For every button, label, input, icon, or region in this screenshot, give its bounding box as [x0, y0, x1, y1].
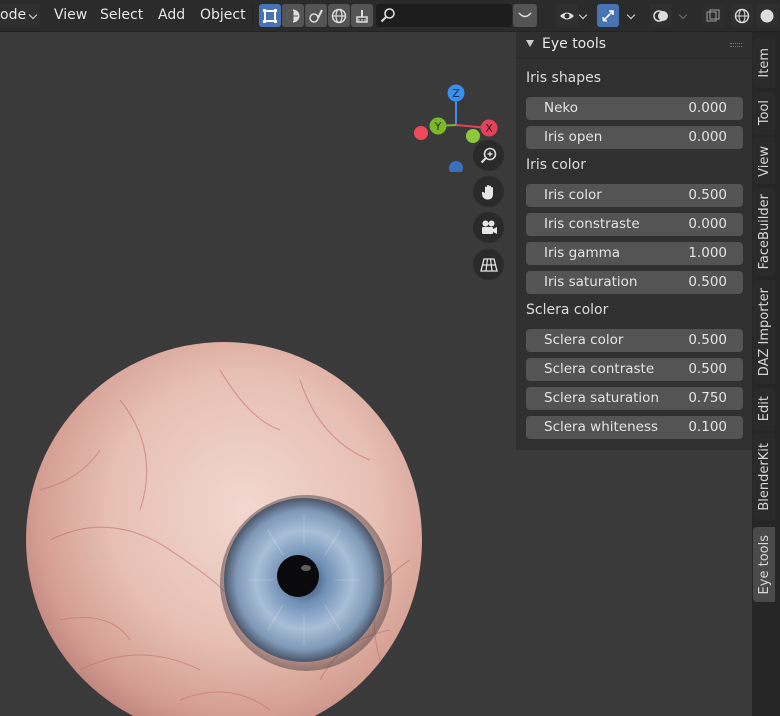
- wireframe-shading-icon[interactable]: [731, 4, 753, 27]
- menu-view[interactable]: View: [48, 4, 94, 27]
- gizmo-z-label: Z: [452, 87, 460, 100]
- menu-select[interactable]: Select: [94, 4, 150, 27]
- solid-shading-icon[interactable]: [756, 4, 778, 27]
- tab-blenderkit[interactable]: BlenderKit: [753, 434, 775, 520]
- camera-view-icon[interactable]: [473, 212, 504, 243]
- slider-iris-open[interactable]: Iris open 0.000: [526, 126, 743, 149]
- paint-brush-icon[interactable]: [351, 4, 373, 27]
- gizmo-neg-y[interactable]: [466, 129, 480, 143]
- tab-facebuilder[interactable]: FaceBuilder: [753, 188, 775, 276]
- xray-shading-icon[interactable]: [282, 4, 304, 27]
- slider-sclera-saturation[interactable]: Sclera saturation 0.750: [526, 387, 743, 410]
- eye-tools-panel: Eye tools Iris shapes Neko 0.000 Iris ope…: [516, 32, 752, 450]
- eyeball-render: [26, 342, 422, 716]
- gizmo-y-label: Y: [434, 120, 442, 133]
- menu-add[interactable]: Add: [152, 4, 192, 27]
- overlays-icon[interactable]: [650, 4, 672, 27]
- zoom-icon[interactable]: [473, 140, 504, 171]
- slider-sclera-color[interactable]: Sclera color 0.500: [526, 329, 743, 352]
- drag-grip-icon[interactable]: [730, 43, 742, 47]
- filter-dropdown[interactable]: [513, 4, 537, 27]
- gizmo-toggle-icon[interactable]: [597, 4, 619, 27]
- toggle-xray-icon[interactable]: [702, 4, 724, 27]
- section-iris-color: Iris color: [526, 157, 586, 173]
- slider-sclera-whiteness[interactable]: Sclera whiteness 0.100: [526, 416, 743, 439]
- tab-edit[interactable]: Edit: [753, 388, 775, 430]
- slider-iris-color[interactable]: Iris color 0.500: [526, 184, 743, 207]
- slider-iris-constraste[interactable]: Iris constraste 0.000: [526, 213, 743, 236]
- slider-iris-gamma[interactable]: Iris gamma 1.000: [526, 242, 743, 265]
- slider-sclera-contraste[interactable]: Sclera contraste 0.500: [526, 358, 743, 381]
- panel-title: Eye tools: [542, 36, 606, 52]
- viewport-header: ode View Select Add Object: [0, 0, 780, 32]
- sculpt-icon[interactable]: [305, 4, 327, 27]
- search-field[interactable]: [376, 4, 512, 27]
- slider-neko[interactable]: Neko 0.000: [526, 97, 743, 120]
- collapse-triangle-icon[interactable]: [526, 40, 534, 47]
- panel-header[interactable]: Eye tools: [516, 32, 752, 59]
- tab-tool[interactable]: Tool: [753, 92, 775, 134]
- gizmo-dropdown-chevron-icon[interactable]: [624, 4, 640, 27]
- visibility-eye-icon[interactable]: [556, 4, 578, 27]
- gizmo-neg-x[interactable]: [414, 126, 428, 140]
- tab-daz-importer[interactable]: DAZ Importer: [753, 280, 775, 384]
- 3d-viewport[interactable]: X Y Z: [0, 32, 516, 716]
- overlays-dropdown-chevron-icon[interactable]: [676, 4, 692, 27]
- search-icon: [380, 8, 395, 23]
- menu-object[interactable]: Object: [194, 4, 252, 27]
- gizmo-neg-z[interactable]: [449, 161, 463, 172]
- mode-dropdown[interactable]: ode: [0, 4, 40, 27]
- panel-body: Iris shapes Neko 0.000 Iris open 0.000 Iri…: [516, 59, 752, 450]
- tab-eye-tools[interactable]: Eye tools: [753, 527, 775, 602]
- visibility-dropdown-chevron-icon[interactable]: [576, 4, 592, 27]
- pan-hand-icon[interactable]: [473, 176, 504, 207]
- section-sclera-color: Sclera color: [526, 302, 609, 318]
- tab-item[interactable]: Item: [753, 38, 775, 88]
- slider-iris-saturation[interactable]: Iris saturation 0.500: [526, 271, 743, 294]
- sidebar-tabs: Item Tool View FaceBuilder DAZ Importer …: [752, 32, 780, 716]
- section-iris-shapes: Iris shapes: [526, 70, 602, 86]
- ortho-grid-icon[interactable]: [473, 249, 504, 280]
- gizmo-x-label: X: [485, 122, 493, 135]
- blender-window: ode View Select Add Object X Y Z Eye too…: [0, 0, 780, 716]
- tab-view[interactable]: View: [753, 138, 775, 184]
- material-preview-icon[interactable]: [328, 4, 350, 27]
- object-mode-icon[interactable]: [259, 4, 281, 27]
